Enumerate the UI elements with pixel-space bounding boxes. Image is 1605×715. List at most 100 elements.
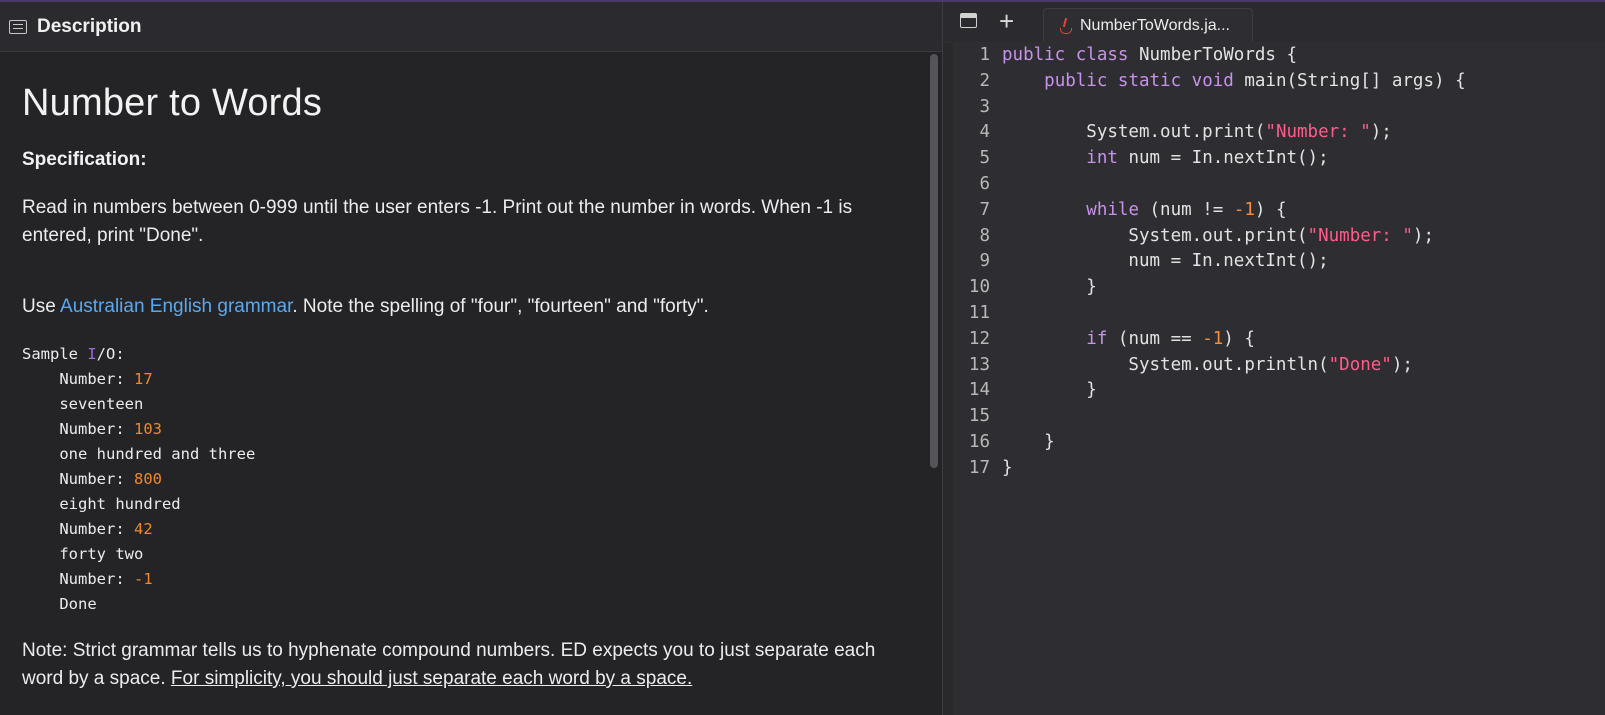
code-token: -1	[1202, 328, 1224, 349]
code-token: }	[1002, 457, 1013, 478]
line-number: 1	[979, 45, 990, 65]
code-token: );	[1412, 225, 1434, 246]
java-file-icon	[1058, 18, 1072, 34]
code-line: 13 System.out.println("Done");	[953, 353, 1605, 379]
file-tab-label: NumberToWords.ja...	[1080, 16, 1230, 34]
code-line: 12 if (num == -1) {	[953, 327, 1605, 353]
code-text: }	[990, 378, 1097, 404]
code-line: 2 public static void main(String[] args)…	[953, 69, 1605, 95]
sample-io-title-part: Sample	[22, 345, 88, 363]
code-line: 4 System.out.print("Number: ");	[953, 120, 1605, 146]
code-line: 17}	[953, 456, 1605, 482]
sample-io-line: Number: -1	[22, 567, 902, 592]
line-number: 17	[968, 457, 990, 478]
specification-text: Read in numbers between 0-999 until the …	[22, 197, 853, 246]
code-token: (num !=	[1138, 199, 1234, 220]
line-number: 13	[968, 354, 990, 375]
code-token: NumberToWords {	[1128, 45, 1298, 65]
sample-io-line: forty two	[22, 545, 144, 563]
panel-icon[interactable]	[960, 13, 977, 28]
code-editor[interactable]: 1 public class NumberToWords {2 public st…	[943, 43, 1605, 715]
code-token: num = In.nextInt();	[1117, 148, 1329, 169]
code-token: public static void	[1044, 70, 1234, 91]
code-text: public static void main(String[] args) {	[990, 69, 1466, 95]
code-line: 5 int num = In.nextInt();	[953, 146, 1605, 172]
code-token: }	[1002, 380, 1097, 401]
code-lines: 1 public class NumberToWords {2 public st…	[953, 43, 1605, 482]
code-token: );	[1370, 122, 1392, 143]
line-number: 7	[979, 199, 990, 220]
description-icon	[9, 19, 27, 34]
sample-io-number: 17	[133, 370, 153, 388]
sample-io-line: seventeen	[22, 395, 144, 413]
hyphenation-note: Note: Strict grammar tells us to hyphena…	[22, 637, 892, 693]
code-line: 16 }	[953, 430, 1605, 456]
description-content: Number to Words Specification: Read in n…	[22, 52, 902, 715]
line-number: 4	[979, 122, 990, 143]
code-text: }	[990, 456, 1013, 482]
code-text: System.out.print("Number: ");	[990, 224, 1434, 250]
line-number: 10	[968, 277, 990, 298]
code-token: ) {	[1223, 328, 1255, 349]
sample-io-title-part: I	[87, 345, 97, 363]
description-pane: Description Number to Words Specificatio…	[0, 2, 942, 715]
code-line: 7 while (num != -1) {	[953, 198, 1605, 224]
plus-icon[interactable]: +	[999, 6, 1014, 36]
sample-io-line: Number: 42	[22, 517, 902, 542]
line-number: 15	[968, 406, 990, 427]
code-token: main(String[] args) {	[1233, 70, 1466, 91]
code-token: num = In.nextInt();	[1002, 251, 1329, 272]
code-line: 8 System.out.print("Number: ");	[953, 224, 1605, 250]
code-token: ) {	[1254, 199, 1287, 220]
code-text: }	[990, 430, 1055, 456]
code-token: }	[1002, 431, 1055, 452]
sample-io-line: Number: 800	[22, 467, 902, 492]
code-text: public class NumberToWords {	[990, 43, 1297, 69]
sample-io-prompt: Number:	[22, 420, 134, 438]
sample-io-line: eight hundred	[22, 495, 181, 513]
note-underlined-text: For simplicity, you should just separate…	[170, 668, 693, 689]
code-token: if	[1086, 328, 1108, 349]
code-text: if (num == -1) {	[990, 327, 1255, 353]
grammar-prefix: Use	[22, 296, 61, 317]
line-number: 16	[968, 431, 990, 452]
line-number: 11	[968, 302, 990, 323]
sample-io-line: Done	[22, 595, 97, 613]
code-line: 14 }	[953, 378, 1605, 404]
code-token: public class	[1002, 45, 1129, 65]
code-token: "Number: "	[1265, 122, 1371, 143]
grammar-suffix: . Note the spelling of "four", "fourteen…	[292, 296, 709, 317]
file-tab-numbertowords[interactable]: NumberToWords.ja...	[1043, 8, 1253, 42]
code-token: }	[1002, 277, 1097, 298]
line-number: 6	[979, 173, 990, 194]
code-line: 6	[953, 172, 1605, 198]
code-token: System.out.println(	[1002, 354, 1329, 375]
code-line: 15	[953, 404, 1605, 430]
code-token: -1	[1233, 199, 1255, 220]
code-token: (num ==	[1107, 328, 1203, 349]
code-token: while	[1086, 199, 1139, 220]
code-line: 10 }	[953, 275, 1605, 301]
code-token: );	[1391, 354, 1413, 375]
australian-english-grammar-link[interactable]: Australian English grammar	[60, 296, 292, 317]
code-token: System.out.print(	[1002, 122, 1266, 143]
sample-io-line: Number: 17	[22, 367, 902, 392]
sample-io-number: 800	[133, 470, 162, 488]
code-text: int num = In.nextInt();	[990, 146, 1329, 172]
grammar-note: Use Australian English grammar. Note the…	[22, 296, 902, 318]
line-number: 8	[979, 225, 990, 246]
line-number: 3	[979, 96, 990, 117]
sample-io-number: 42	[133, 520, 153, 538]
sample-io-prompt: Number:	[22, 520, 134, 538]
line-number: 5	[979, 148, 990, 169]
description-scrollbar[interactable]	[930, 54, 938, 468]
sample-io-prompt: Number:	[22, 570, 134, 588]
code-token: "Done"	[1328, 354, 1392, 375]
code-token: int	[1086, 148, 1118, 169]
sample-io-block: Sample I/O: Number: 17 seventeen Number:…	[22, 342, 902, 617]
specification-heading: Specification:	[22, 149, 147, 170]
